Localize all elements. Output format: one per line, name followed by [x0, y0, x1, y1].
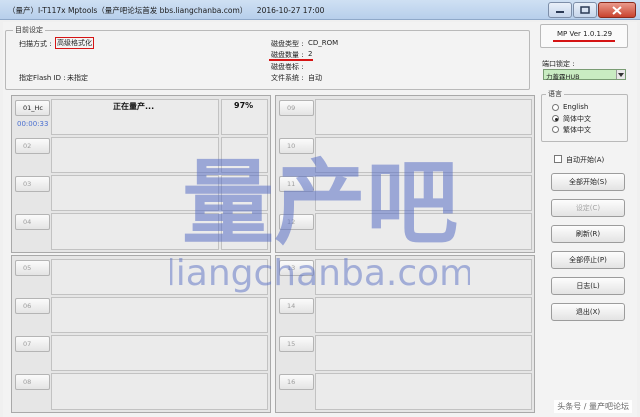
port-lock-selected: 力蓋霖HUB [546, 73, 580, 81]
port-button-08[interactable]: 08 [15, 374, 50, 390]
port-07-cell [51, 335, 268, 371]
port-15-cell [315, 335, 532, 371]
port-03-status-cell [51, 175, 219, 211]
language-label-english: English [563, 103, 589, 111]
close-button[interactable] [598, 2, 636, 18]
port-10-cell [315, 137, 532, 173]
port-02-progress-cell [221, 137, 268, 173]
port-button-10[interactable]: 10 [279, 138, 314, 154]
stop-all-button[interactable]: 全部停止(P) [551, 251, 625, 269]
language-legend: 语言 [546, 89, 564, 99]
maximize-icon [580, 6, 590, 14]
port-12-cell [315, 213, 532, 250]
scan-mode-value: 高级格式化 [55, 37, 94, 49]
port-01-status: 正在量产... [113, 102, 155, 111]
port-05-cell [51, 259, 268, 295]
port-04-status-cell [51, 213, 219, 250]
port-button-15[interactable]: 15 [279, 336, 314, 352]
disk-label-label: 磁盘卷标 : [271, 63, 304, 71]
language-label-traditional: 繁体中文 [563, 126, 591, 134]
port-11-cell [315, 175, 532, 211]
port-06-cell [51, 297, 268, 333]
port-16-cell [315, 373, 532, 410]
language-radio-english[interactable] [552, 104, 559, 111]
chevron-down-icon [616, 70, 625, 79]
auto-start-checkbox[interactable] [554, 155, 562, 163]
version-text: MP Ver 1.0.1.29 [557, 30, 613, 38]
start-all-button[interactable]: 全部开始(S) [551, 173, 625, 191]
auto-start-label: 自动开始(A) [566, 156, 605, 164]
port-01-time: 00:00:33 [17, 120, 49, 128]
port-14-cell [315, 297, 532, 333]
port-lock-label: 端口锁定 : [542, 60, 575, 68]
disk-count-value: 2 [308, 50, 313, 58]
settings-legend: 目前设定 [13, 25, 45, 35]
port-01-progress: 97% [234, 101, 254, 110]
window-title: （量产）I-T117x Mptools（量产吧论坛首发 bbs.liangcha… [8, 5, 324, 16]
port-03-progress-cell [221, 175, 268, 211]
port-button-02[interactable]: 02 [15, 138, 50, 154]
language-radio-traditional[interactable] [552, 126, 559, 133]
main-client: 目前设定 扫描方式 : 高级格式化 指定Flash ID : 未指定 磁盘类型 … [3, 22, 637, 417]
port-button-03[interactable]: 03 [15, 176, 50, 192]
close-icon [612, 5, 622, 15]
scan-mode-label: 扫描方式 : [19, 40, 52, 48]
port-lock-select[interactable]: 力蓋霖HUB [543, 69, 626, 81]
port-button-14[interactable]: 14 [279, 298, 314, 314]
port-button-01[interactable]: 01_Hc [15, 100, 50, 116]
language-radio-simplified[interactable] [552, 115, 559, 122]
footer-watermark: 头条号 / 量产吧论坛 [554, 400, 632, 413]
minimize-icon [556, 11, 564, 13]
title-bar: （量产）I-T117x Mptools（量产吧论坛首发 bbs.liangcha… [0, 0, 640, 20]
port-button-09[interactable]: 09 [279, 100, 314, 116]
window-title-text: （量产）I-T117x Mptools（量产吧论坛首发 bbs.liangcha… [8, 6, 248, 15]
minimize-button[interactable] [548, 2, 572, 18]
disk-type-value: CD_ROM [308, 39, 339, 47]
port-button-07[interactable]: 07 [15, 336, 50, 352]
exit-button[interactable]: 退出(X) [551, 303, 625, 321]
filesystem-value: 自动 [308, 74, 322, 82]
version-highlight [553, 40, 615, 42]
filesystem-label: 文件系统 : [271, 74, 304, 82]
port-button-05[interactable]: 05 [15, 260, 50, 276]
refresh-button[interactable]: 刷新(R) [551, 225, 625, 243]
maximize-button[interactable] [573, 2, 597, 18]
disk-type-label: 磁盘类型 : [271, 40, 304, 48]
port-button-04[interactable]: 04 [15, 214, 50, 230]
flash-id-value: 未指定 [67, 74, 88, 82]
port-button-06[interactable]: 06 [15, 298, 50, 314]
log-button[interactable]: 日志(L) [551, 277, 625, 295]
port-13-cell [315, 259, 532, 295]
settings-button[interactable]: 设定(C) [551, 199, 625, 217]
language-label-simplified: 简体中文 [563, 115, 591, 123]
disk-count-highlight [269, 59, 313, 61]
port-04-progress-cell [221, 213, 268, 250]
port-button-11[interactable]: 11 [279, 176, 314, 192]
port-button-13[interactable]: 13 [279, 260, 314, 276]
port-02-status-cell [51, 137, 219, 173]
flash-id-label: 指定Flash ID : [19, 74, 66, 82]
port-button-12[interactable]: 12 [279, 214, 314, 230]
port-button-16[interactable]: 16 [279, 374, 314, 390]
port-08-cell [51, 373, 268, 410]
port-09-cell [315, 99, 532, 135]
window-timestamp: 2016-10-27 17:00 [256, 6, 325, 15]
